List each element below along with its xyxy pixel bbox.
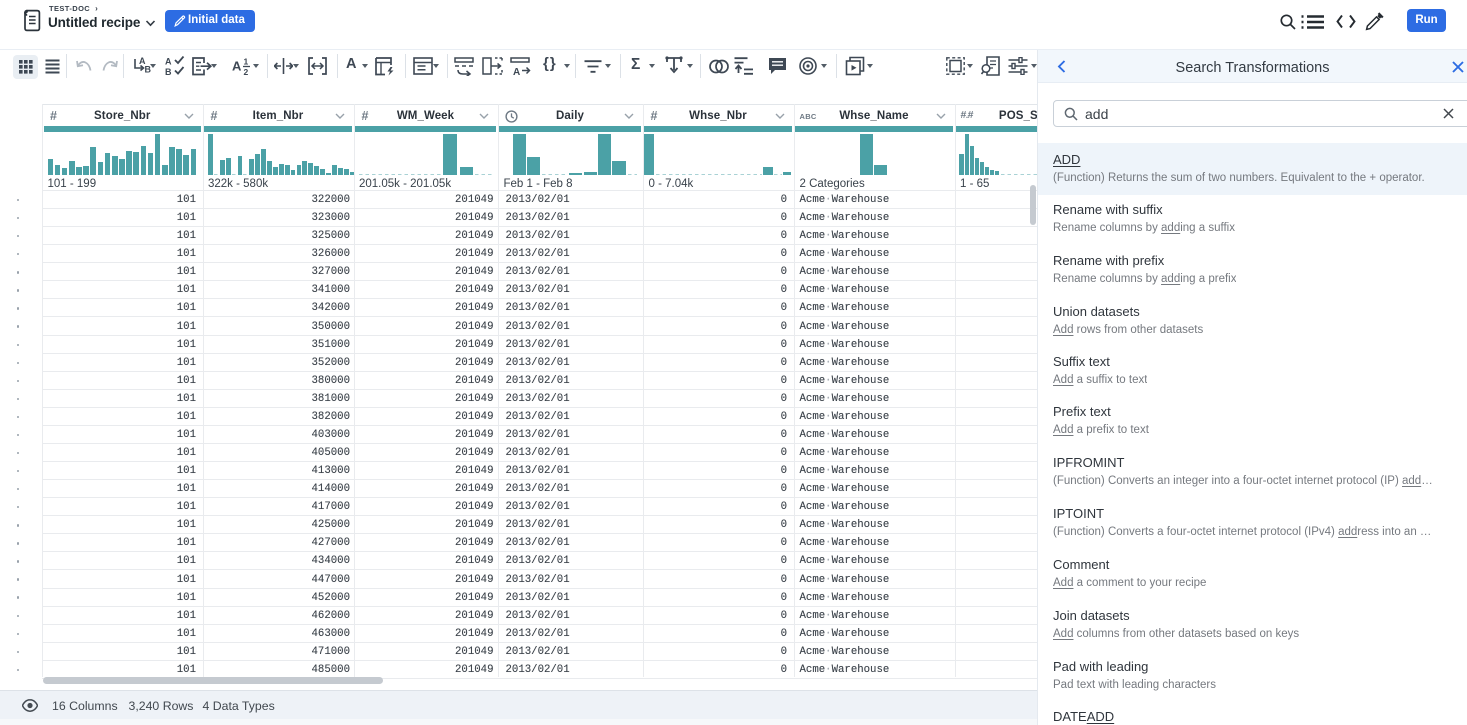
svg-text:B: B <box>165 67 172 76</box>
svg-text:A: A <box>165 57 172 67</box>
svg-text:A: A <box>513 67 520 76</box>
svg-text:A: A <box>232 59 242 74</box>
svg-text:2: 2 <box>244 67 249 76</box>
svg-text:1: 1 <box>244 57 249 67</box>
